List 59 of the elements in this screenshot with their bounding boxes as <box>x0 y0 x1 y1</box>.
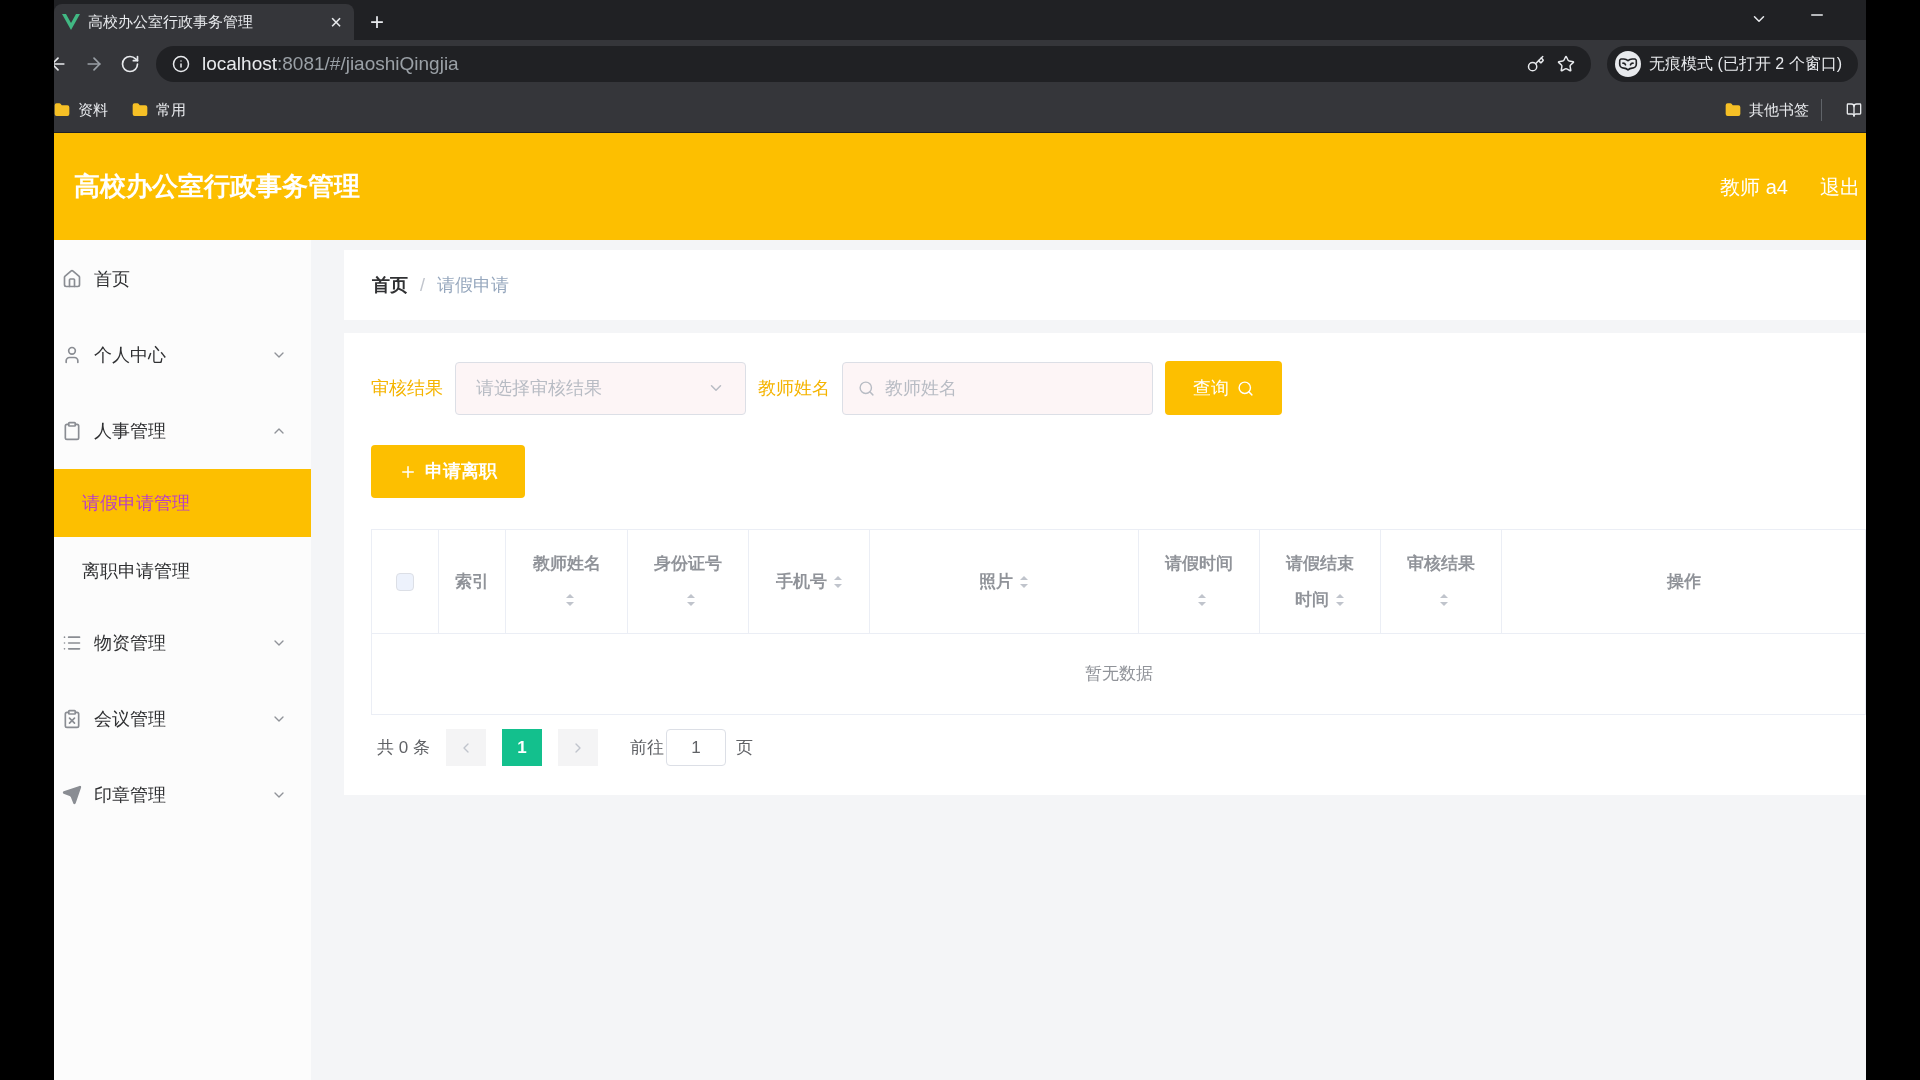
filter-label: 审核结果 <box>371 376 443 400</box>
info-icon[interactable] <box>172 55 190 73</box>
incognito-icon <box>1615 51 1642 77</box>
menu-item[interactable]: 物资管理 <box>54 605 311 681</box>
sort-icon[interactable] <box>832 575 843 589</box>
menu-item[interactable]: 个人中心 <box>54 317 311 393</box>
menu-item[interactable]: 会议管理 <box>54 681 311 757</box>
clipboard-x-icon <box>62 709 82 729</box>
prev-page-button[interactable] <box>445 729 486 766</box>
next-page-button[interactable] <box>557 729 598 766</box>
page-input[interactable]: 1 <box>665 729 726 766</box>
menu-item[interactable]: 人事管理 <box>54 393 311 469</box>
checkbox[interactable] <box>396 572 414 591</box>
new-tab-button[interactable]: + <box>354 4 400 40</box>
folder-icon <box>1725 102 1741 118</box>
reload-icon[interactable] <box>120 54 140 74</box>
sort-icon[interactable] <box>1439 593 1449 607</box>
breadcrumb-link[interactable]: 首页 <box>372 271 408 299</box>
menu-item[interactable]: 首页 <box>54 241 311 317</box>
app-title: 高校办公室行政事务管理 <box>74 170 360 203</box>
folder-icon <box>54 102 70 118</box>
address-field[interactable]: localhost:8081/#/jiaoshiQingjia <box>156 46 1592 82</box>
empty-text: 暂无数据 <box>1084 663 1153 686</box>
folder-icon <box>132 102 148 118</box>
search-field[interactable]: 教师姓名 <box>842 361 1153 415</box>
sort-icon[interactable] <box>564 593 575 607</box>
sort-icon[interactable] <box>1335 593 1345 607</box>
clipboard-icon <box>62 421 82 441</box>
user-name: 教师 a4 <box>1720 174 1788 200</box>
search-icon <box>858 379 875 397</box>
tab-close[interactable]: × <box>326 7 346 37</box>
menu-item[interactable]: 印章管理 <box>54 757 311 833</box>
goto-label: 前往 <box>629 736 664 759</box>
tab-title: 高校办公室行政事务管理 <box>88 11 254 32</box>
search-icon <box>1237 379 1254 397</box>
browser-tab[interactable]: 高校办公室行政事务管理 × <box>54 4 354 40</box>
logo-icon <box>62 14 80 30</box>
list-icon <box>62 633 82 653</box>
sort-icon[interactable] <box>686 593 696 607</box>
total-count: 共 0 条 <box>377 736 430 759</box>
column-header: 操作 <box>1666 570 1701 593</box>
filter-label: 教师姓名 <box>758 376 830 400</box>
key-icon[interactable] <box>1527 55 1546 73</box>
reading-list-icon[interactable] <box>1846 102 1862 118</box>
profile-chip[interactable]: 无痕模式 (已打开 2 个窗口) <box>1607 46 1858 82</box>
url-text: localhost:8081/#/jiaoshiQingjia <box>202 51 459 76</box>
send-icon <box>62 785 82 805</box>
bookmark-star-icon[interactable] <box>1557 55 1576 73</box>
bookmark-item[interactable]: 其他书签 <box>1725 98 1822 122</box>
page-suffix: 页 <box>735 736 753 759</box>
column-header: 索引 <box>455 570 489 593</box>
user-icon <box>62 345 82 365</box>
home-icon <box>62 269 82 289</box>
bookmark-item[interactable]: 常用 <box>132 98 186 122</box>
breadcrumb-separator: / <box>420 273 425 297</box>
bookmark-item[interactable]: 资料 <box>54 98 108 122</box>
submenu-item[interactable]: 离职申请管理 <box>54 537 311 605</box>
sort-icon[interactable] <box>1019 575 1029 589</box>
sort-icon[interactable] <box>1197 593 1207 607</box>
